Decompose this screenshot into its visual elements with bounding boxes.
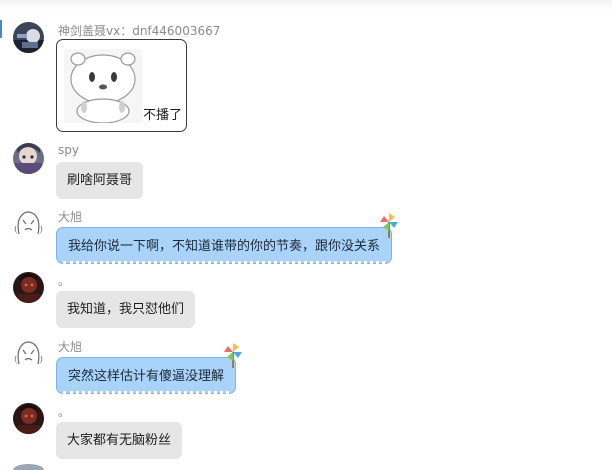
message-text: 我知道，我只怼他们 (67, 302, 185, 317)
message-bubble[interactable]: 我知道，我只怼他们 (56, 291, 196, 328)
sender-name: 。 (58, 274, 71, 288)
dark-avatar-icon[interactable] (13, 272, 44, 303)
sender-name: 大旭 (58, 210, 83, 224)
sticker-bubble[interactable]: 不播了 (56, 39, 187, 132)
message-text: 大家都有无脑粉丝 (67, 433, 172, 448)
next-avatar-icon[interactable] (13, 464, 44, 470)
message-bubble[interactable]: 刷啥阿聂哥 (56, 162, 144, 199)
chat-message-list[interactable]: 神剑盖聂vx：dnf446003667 不播了 spy 刷啥阿聂哥 大旭 我给你… (0, 0, 612, 470)
selection-indicator (0, 20, 2, 38)
sender-name: 大旭 (58, 340, 83, 354)
message-text: 刷啥阿聂哥 (67, 173, 133, 188)
message-text: 突然这样估计有傻逼没理解 (68, 369, 225, 384)
message-bubble[interactable]: 大家都有无脑粉丝 (56, 422, 183, 459)
message-bubble[interactable]: 我给你说一下啊，不知道谁带的你的节奏，跟你没关系 (56, 213, 399, 264)
pinwheel-icon (380, 213, 399, 238)
user-avatar-icon[interactable] (13, 22, 44, 53)
sender-name: spy (58, 143, 79, 157)
sender-name: 。 (58, 405, 71, 419)
top-divider (0, 0, 612, 10)
sketch-face-avatar-icon[interactable] (13, 338, 44, 369)
pinwheel-icon (224, 343, 243, 368)
bubble-frost-decoration (63, 257, 386, 264)
sketch-face-avatar-icon[interactable] (13, 208, 44, 239)
message-bubble[interactable]: 突然这样估计有傻逼没理解 (56, 343, 243, 394)
message-text: 我给你说一下啊，不知道谁带的你的节奏，跟你没关系 (68, 239, 381, 254)
anime-avatar-icon[interactable] (13, 143, 44, 174)
dark-avatar-icon[interactable] (13, 403, 44, 434)
sender-name: 神剑盖聂vx：dnf446003667 (58, 24, 221, 38)
bear-sticker-icon (64, 49, 142, 123)
sticker-caption: 不播了 (143, 108, 183, 123)
bubble-frost-decoration (63, 387, 230, 394)
